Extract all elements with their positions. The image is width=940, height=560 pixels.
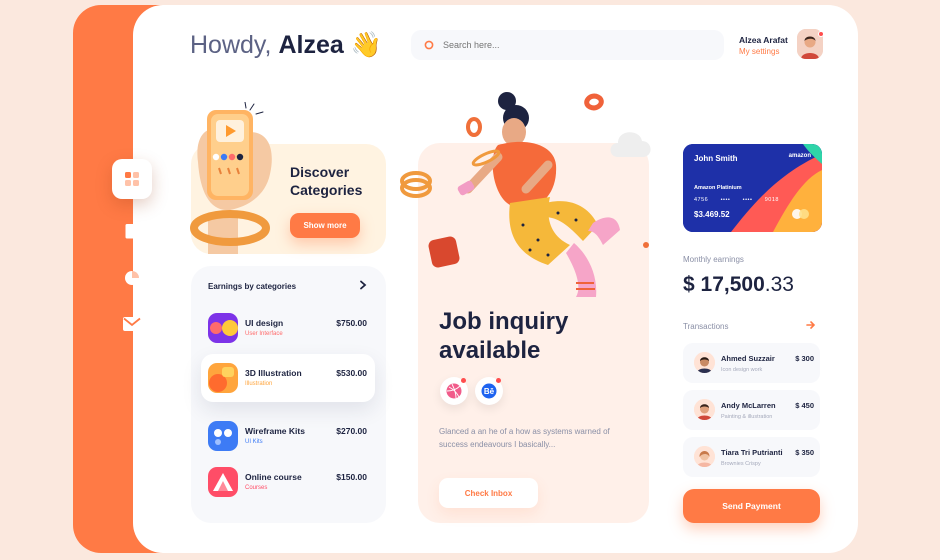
job-title: Job inquiry available [439, 308, 569, 364]
amount-cents: .33 [764, 273, 794, 296]
avatar [694, 352, 715, 373]
monthly-earnings-label: Monthly earnings [683, 255, 744, 264]
grid-icon [125, 172, 139, 186]
dribbble-icon [446, 383, 462, 399]
transaction-row[interactable]: Tiara Tri Putrianti Brownies Crispy $ 35… [683, 437, 820, 477]
list-item[interactable]: Wireframe Kits UI Kits $270.00 [201, 412, 375, 460]
transaction-amount: $ 300 [795, 354, 814, 363]
phone-hand-illustration [190, 102, 272, 254]
category-amount: $270.00 [336, 426, 367, 436]
sidebar-item-dashboard[interactable] [112, 159, 152, 199]
transaction-amount: $ 450 [795, 401, 814, 410]
search-bar[interactable] [411, 30, 724, 60]
transaction-amount: $ 350 [795, 448, 814, 457]
show-more-button[interactable]: Show more [290, 213, 360, 238]
behance-icon: Bē [481, 383, 497, 399]
transaction-row[interactable]: Andy McLarren Painting & illustration $ … [683, 390, 820, 430]
send-payment-button[interactable]: Send Payment [683, 489, 820, 523]
transactions-label: Transactions [683, 322, 729, 331]
category-amount: $750.00 [336, 318, 367, 328]
mail-icon [123, 317, 141, 331]
transaction-subtitle: Painting & illustration [721, 414, 773, 420]
credit-card[interactable]: John Smith amazon Amazon Platinium 4756 … [683, 144, 822, 232]
card-number-part: •••• [720, 197, 731, 203]
notification-dot [496, 378, 501, 383]
sidebar-item-documents[interactable] [112, 211, 152, 251]
search-input[interactable] [443, 40, 703, 50]
chart-icon [125, 271, 139, 285]
transaction-row[interactable]: Ahmed Suzzair Icon design work $ 300 [683, 343, 820, 383]
notification-dot [461, 378, 466, 383]
card-number: 4756 •••• •••• 9018 [694, 197, 779, 203]
greeting-name: Alzea [278, 31, 344, 59]
illustration-icon [208, 363, 238, 393]
category-subtitle: Courses [245, 485, 268, 491]
discover-title: Discover Categories [290, 164, 363, 198]
greeting-prefix: Howdy, [190, 31, 272, 59]
category-name: Wireframe Kits [245, 426, 305, 436]
category-subtitle: UI Kits [245, 439, 263, 445]
category-name: 3D Illustration [245, 368, 302, 378]
earnings-title: Earnings by categories [208, 282, 297, 291]
list-item[interactable]: Online course Courses $150.00 [201, 458, 375, 506]
course-icon [208, 467, 238, 497]
category-amount: $530.00 [336, 368, 367, 378]
chevron-right-icon[interactable] [358, 280, 368, 290]
amount-main: $ 17,500 [683, 273, 765, 296]
card-type: Amazon Platinium [694, 185, 742, 191]
search-icon [424, 40, 434, 50]
job-description: Glanced a an he of a how as systems warn… [439, 427, 610, 449]
category-amount: $150.00 [336, 472, 367, 482]
settings-link[interactable]: My settings [739, 47, 779, 56]
sidebar-item-analytics[interactable] [112, 258, 152, 298]
floating-person-illustration [400, 92, 651, 297]
card-holder: John Smith [694, 154, 738, 163]
monthly-earnings-amount: $ 17,500.33 [683, 273, 794, 297]
arrow-right-icon[interactable] [806, 320, 816, 330]
card-brand: amazon [788, 153, 811, 159]
transaction-subtitle: Brownies Crispy [721, 461, 761, 467]
wireframe-icon [208, 421, 238, 451]
list-item[interactable]: 3D Illustration Illustration $530.00 [201, 354, 375, 402]
transaction-name: Tiara Tri Putrianti [721, 448, 783, 457]
transaction-name: Ahmed Suzzair [721, 354, 775, 363]
card-number-part: 9018 [764, 197, 779, 203]
category-subtitle: User Interface [245, 331, 283, 337]
avatar [694, 446, 715, 467]
check-inbox-button[interactable]: Check Inbox [439, 478, 538, 508]
category-name: UI design [245, 318, 284, 328]
wave-icon: 👋 [350, 31, 382, 59]
user-name: Alzea Arafat [739, 35, 788, 45]
list-item[interactable]: UI design User Interface $750.00 [201, 304, 375, 352]
page-title: Howdy, Alzea 👋 [190, 31, 382, 60]
ui-design-icon [208, 313, 238, 343]
notification-dot [818, 31, 824, 37]
category-subtitle: Illustration [245, 381, 273, 387]
card-balance: $3.469.52 [694, 210, 730, 219]
svg-text:Bē: Bē [484, 387, 495, 396]
card-number-part: 4756 [694, 197, 709, 203]
category-name: Online course [245, 472, 302, 482]
transaction-subtitle: Icon design work [721, 367, 763, 373]
sidebar-item-mail[interactable] [112, 304, 152, 344]
document-icon [125, 224, 138, 239]
card-number-part: •••• [742, 197, 753, 203]
transaction-name: Andy McLarren [721, 401, 776, 410]
avatar [694, 399, 715, 420]
